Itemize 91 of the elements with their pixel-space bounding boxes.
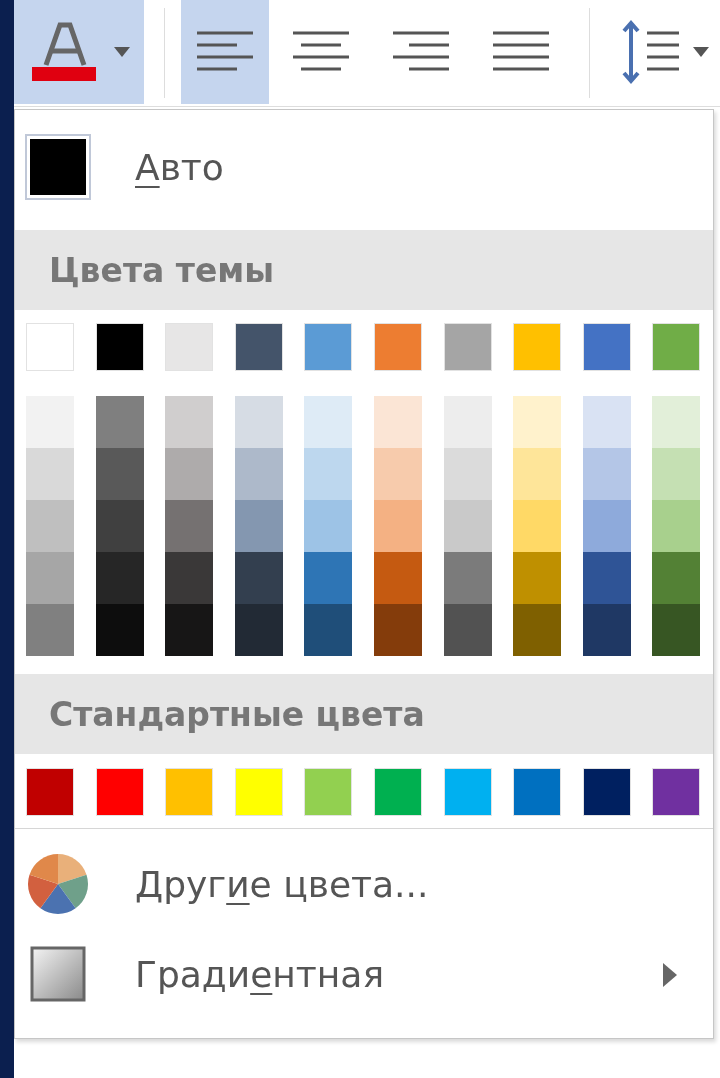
caret-icon	[114, 47, 130, 57]
align-center-icon	[291, 30, 351, 74]
color-swatch[interactable]	[165, 604, 214, 656]
color-swatch[interactable]	[304, 500, 353, 552]
color-swatch[interactable]	[165, 396, 214, 448]
automatic-color-swatch	[25, 134, 91, 200]
color-swatch[interactable]	[443, 604, 492, 656]
color-swatch[interactable]	[652, 604, 701, 656]
color-swatch[interactable]	[582, 604, 631, 656]
color-wheel-icon	[27, 853, 89, 915]
color-swatch[interactable]	[443, 500, 492, 552]
color-swatch[interactable]	[26, 768, 74, 816]
more-colors-label: Другие цвета...	[135, 863, 429, 905]
color-swatch[interactable]	[513, 500, 562, 552]
automatic-color-label: Авто	[135, 146, 224, 188]
color-swatch[interactable]	[26, 323, 74, 371]
color-swatch[interactable]	[513, 396, 562, 448]
color-swatch[interactable]	[165, 768, 214, 816]
color-swatch[interactable]	[95, 448, 144, 500]
color-swatch[interactable]	[582, 448, 631, 500]
color-swatch[interactable]	[443, 396, 492, 448]
color-swatch[interactable]	[304, 604, 353, 656]
automatic-color-item[interactable]: Авто	[15, 122, 713, 212]
color-swatch[interactable]	[513, 323, 562, 371]
color-swatch[interactable]	[652, 396, 701, 448]
color-swatch[interactable]	[582, 396, 631, 448]
gradient-item[interactable]: Градиентная	[15, 929, 713, 1019]
color-swatch[interactable]	[513, 552, 562, 604]
color-swatch[interactable]	[95, 552, 144, 604]
color-swatch[interactable]	[652, 500, 701, 552]
color-swatch[interactable]	[26, 396, 74, 448]
color-swatch[interactable]	[165, 552, 214, 604]
color-swatch[interactable]	[26, 448, 74, 500]
color-swatch[interactable]	[443, 323, 492, 371]
gradient-label: Градиентная	[135, 953, 385, 995]
color-swatch[interactable]	[304, 768, 353, 816]
color-swatch[interactable]	[443, 552, 492, 604]
color-swatch[interactable]	[165, 323, 214, 371]
color-swatch[interactable]	[582, 500, 631, 552]
color-swatch[interactable]	[234, 604, 283, 656]
color-swatch[interactable]	[26, 604, 74, 656]
color-swatch[interactable]	[373, 448, 422, 500]
color-swatch[interactable]	[26, 500, 74, 552]
gradient-square-icon	[30, 946, 86, 1002]
color-swatch[interactable]	[26, 552, 74, 604]
color-swatch[interactable]	[582, 768, 631, 816]
color-swatch[interactable]	[373, 604, 422, 656]
color-swatch[interactable]	[513, 448, 562, 500]
color-swatch[interactable]	[234, 396, 283, 448]
color-swatch[interactable]	[652, 323, 701, 371]
color-swatch[interactable]	[373, 500, 422, 552]
color-swatch[interactable]	[165, 448, 214, 500]
color-swatch[interactable]	[234, 768, 283, 816]
color-swatch[interactable]	[652, 768, 701, 816]
color-swatch[interactable]	[234, 500, 283, 552]
color-swatch[interactable]	[165, 500, 214, 552]
more-colors-item[interactable]: Другие цвета...	[15, 839, 713, 929]
color-swatch[interactable]	[652, 552, 701, 604]
section-header: Стандартные цвета	[15, 674, 713, 754]
color-swatch[interactable]	[373, 768, 422, 816]
align-left-icon	[195, 30, 255, 74]
color-swatch[interactable]	[652, 448, 701, 500]
line-spacing-icon	[621, 19, 681, 85]
color-swatch[interactable]	[373, 323, 422, 371]
submenu-arrow-icon	[663, 962, 677, 987]
color-swatch[interactable]	[443, 448, 492, 500]
color-swatch[interactable]	[304, 323, 353, 371]
color-swatch[interactable]	[582, 552, 631, 604]
caret-icon	[693, 47, 709, 57]
color-swatch[interactable]	[95, 323, 144, 371]
justify-icon	[491, 30, 551, 74]
align-left-button[interactable]	[181, 0, 269, 104]
color-swatch[interactable]	[234, 323, 283, 371]
font-color-button[interactable]	[14, 0, 144, 104]
section-header: Цвета темы	[15, 230, 713, 310]
align-right-icon	[391, 30, 451, 74]
color-swatch[interactable]	[513, 768, 562, 816]
color-swatch[interactable]	[304, 396, 353, 448]
color-swatch[interactable]	[95, 396, 144, 448]
color-swatch[interactable]	[513, 604, 562, 656]
color-swatch[interactable]	[95, 604, 144, 656]
color-swatch[interactable]	[95, 768, 144, 816]
color-swatch[interactable]	[582, 323, 631, 371]
color-swatch[interactable]	[95, 500, 144, 552]
color-swatch[interactable]	[443, 768, 492, 816]
color-swatch[interactable]	[373, 552, 422, 604]
color-swatch[interactable]	[373, 396, 422, 448]
color-swatch[interactable]	[234, 448, 283, 500]
color-swatch[interactable]	[304, 448, 353, 500]
color-swatch[interactable]	[234, 552, 283, 604]
color-swatch[interactable]	[304, 552, 353, 604]
